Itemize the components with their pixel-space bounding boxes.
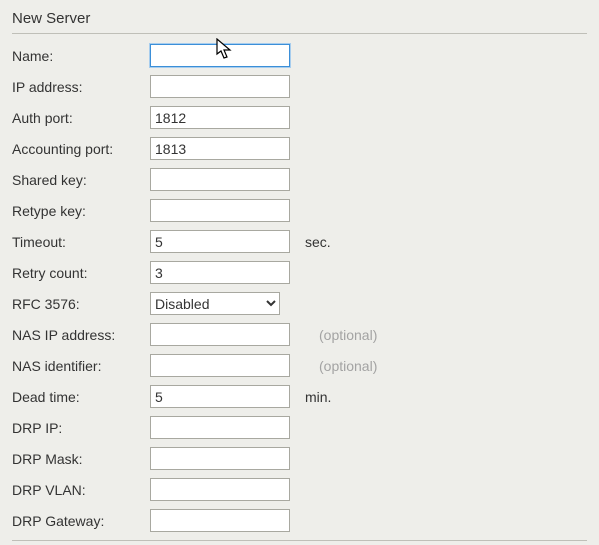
name-label: Name: [12,48,144,64]
form-grid: Name: IP address: Auth port: Accounting … [12,44,587,532]
nas-ip-label: NAS IP address: [12,327,144,343]
retry-count-input[interactable] [150,261,290,284]
drp-vlan-label: DRP VLAN: [12,482,144,498]
timeout-label: Timeout: [12,234,144,250]
rfc3576-select[interactable]: Disabled [150,292,280,315]
separator-top [12,33,587,34]
timeout-suffix: sec. [301,234,587,250]
drp-mask-label: DRP Mask: [12,451,144,467]
dialog-title: New Server [12,10,587,27]
retype-key-label: Retype key: [12,203,144,219]
accounting-port-label: Accounting port: [12,141,144,157]
accounting-port-input[interactable] [150,137,290,160]
retype-key-input[interactable] [150,199,290,222]
dead-time-label: Dead time: [12,389,144,405]
shared-key-input[interactable] [150,168,290,191]
auth-port-label: Auth port: [12,110,144,126]
auth-port-input[interactable] [150,106,290,129]
nas-ip-input[interactable] [150,323,290,346]
separator-bottom [12,540,587,541]
ip-address-label: IP address: [12,79,144,95]
nas-identifier-input[interactable] [150,354,290,377]
dead-time-input[interactable] [150,385,290,408]
nas-ip-optional-hint: (optional) [301,327,587,343]
nas-identifier-optional-hint: (optional) [301,358,587,374]
rfc3576-label: RFC 3576: [12,296,144,312]
drp-mask-input[interactable] [150,447,290,470]
nas-identifier-label: NAS identifier: [12,358,144,374]
drp-gateway-label: DRP Gateway: [12,513,144,529]
drp-gateway-input[interactable] [150,509,290,532]
drp-ip-input[interactable] [150,416,290,439]
name-input[interactable] [150,44,290,67]
retry-count-label: Retry count: [12,265,144,281]
ip-address-input[interactable] [150,75,290,98]
shared-key-label: Shared key: [12,172,144,188]
drp-vlan-input[interactable] [150,478,290,501]
drp-ip-label: DRP IP: [12,420,144,436]
timeout-input[interactable] [150,230,290,253]
dead-time-suffix: min. [301,389,587,405]
